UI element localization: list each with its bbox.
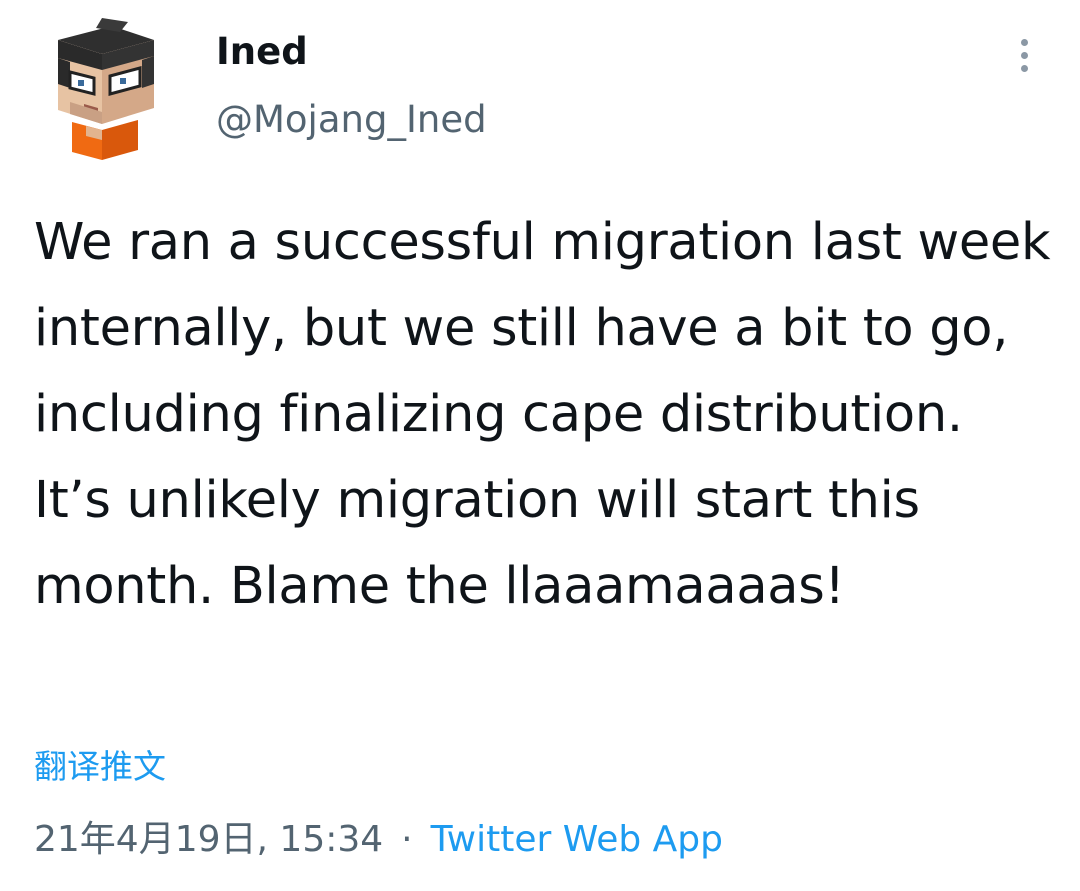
translate-tweet-link[interactable]: 翻译推文 (34, 744, 166, 790)
tweet-timestamp[interactable]: 21年4月19日, 15:34 (34, 819, 383, 860)
meta-separator: · (401, 819, 413, 860)
pixel-character-avatar-icon (58, 18, 154, 160)
tweet-meta: 21年4月19日, 15:34 · Twitter Web App (34, 814, 723, 866)
vertical-ellipsis-icon (1020, 64, 1028, 72)
tweet-source-link[interactable]: Twitter Web App (431, 819, 723, 860)
author-display-name[interactable]: Ined (216, 28, 308, 76)
author-handle[interactable]: @Mojang_Ined (216, 96, 487, 144)
vertical-ellipsis-icon (1020, 51, 1028, 59)
vertical-ellipsis-icon (1020, 38, 1028, 46)
tweet-text: We ran a successful migration last week … (34, 213, 1051, 616)
avatar[interactable] (50, 18, 160, 160)
more-options-button[interactable] (1004, 30, 1044, 80)
